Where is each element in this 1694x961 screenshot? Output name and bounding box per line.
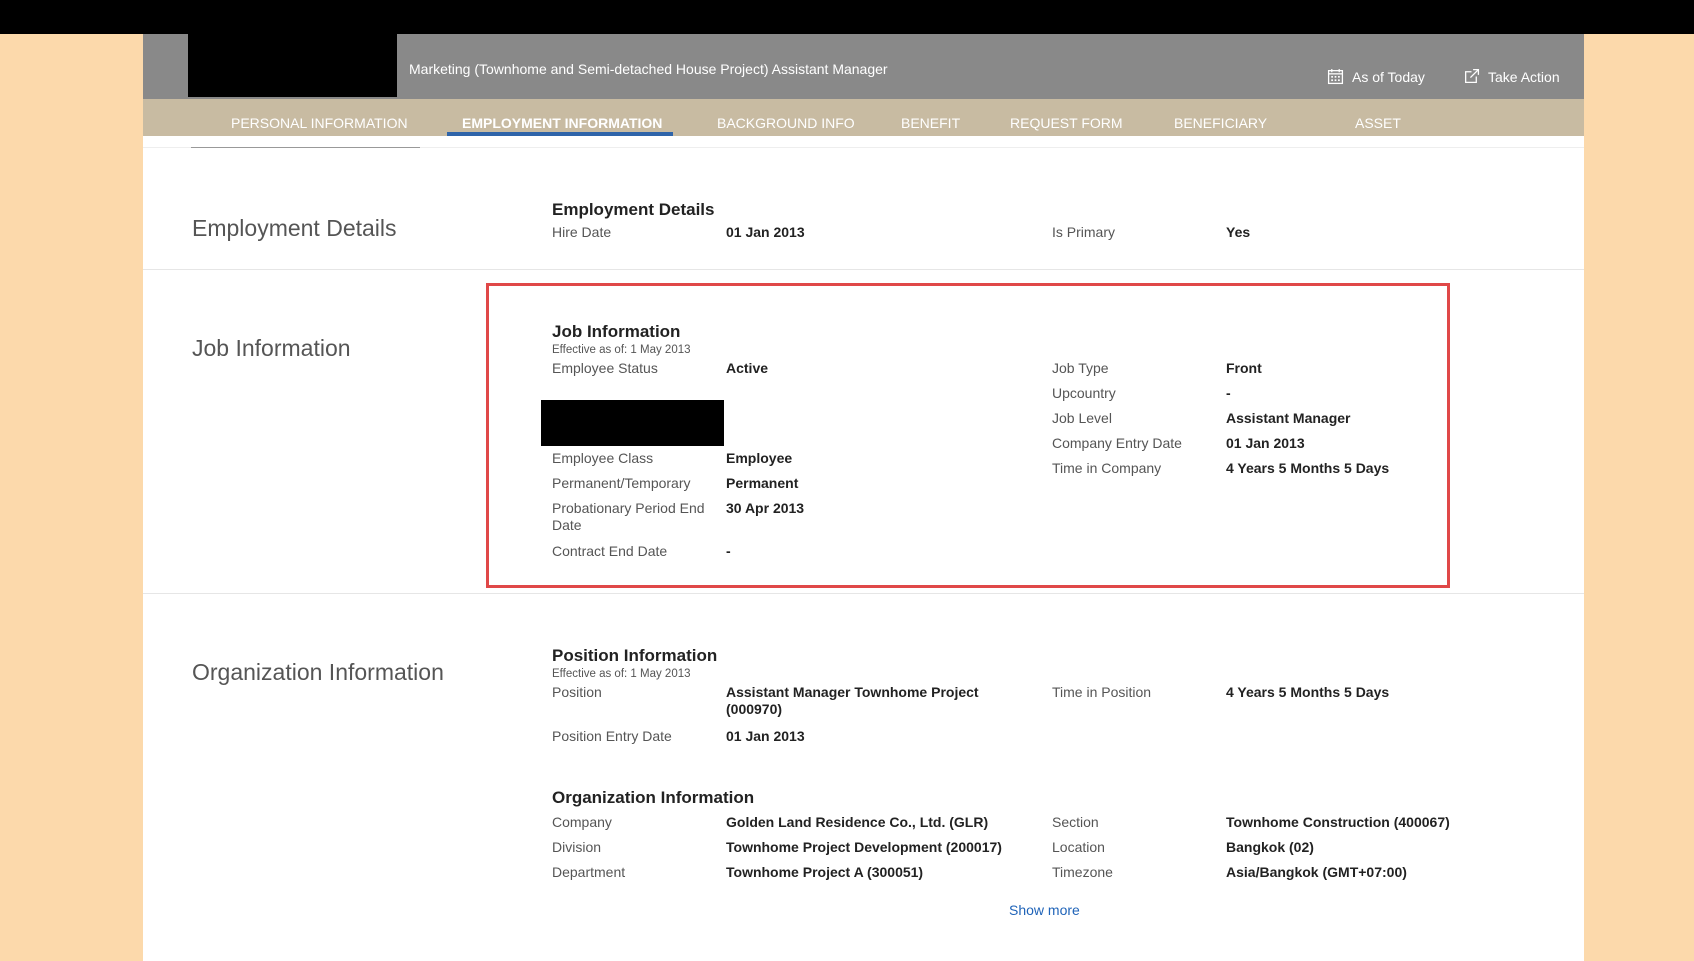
employee-header: Marketing (Townhome and Semi-detached Ho… — [143, 34, 1584, 99]
job-type-value: Front — [1226, 360, 1262, 376]
show-more-link[interactable]: Show more — [1009, 902, 1080, 918]
take-action-label: Take Action — [1488, 68, 1560, 85]
employee-class-label: Employee Class — [552, 450, 654, 466]
department-label: Department — [552, 864, 626, 880]
active-tab-indicator — [447, 132, 673, 136]
screen-top-bar — [0, 0, 1694, 34]
time-in-position-label: Time in Position — [1052, 684, 1152, 700]
position-entry-date-label: Position Entry Date — [552, 728, 672, 744]
tab-beneficiary[interactable]: BENEFICIARY — [1174, 99, 1267, 136]
position-label: Position — [552, 684, 602, 700]
section-divider — [143, 593, 1584, 594]
section-title-employment-details: Employment Details — [192, 215, 397, 241]
upcountry-value: - — [1226, 385, 1231, 401]
as-of-today-button[interactable]: As of Today — [1327, 68, 1425, 85]
position-entry-date-value: 01 Jan 2013 — [726, 728, 805, 744]
upcountry-label: Upcountry — [1052, 385, 1116, 401]
employee-title: Marketing (Townhome and Semi-detached Ho… — [409, 61, 888, 77]
tab-employment-information[interactable]: EMPLOYMENT INFORMATION — [462, 99, 662, 136]
position-value: Assistant Manager Townhome Project (0009… — [726, 684, 979, 717]
company-value: Golden Land Residence Co., Ltd. (GLR) — [726, 814, 989, 830]
job-effective-date: Effective as of: 1 May 2013 — [552, 344, 691, 356]
location-label: Location — [1052, 839, 1105, 855]
tab-request-form[interactable]: REQUEST FORM — [1010, 99, 1123, 136]
contract-end-value: - — [726, 543, 731, 559]
employee-class-value: Employee — [726, 450, 793, 466]
take-action-button[interactable]: Take Action — [1463, 68, 1560, 85]
employee-status-label: Employee Status — [552, 360, 658, 376]
redacted-field — [541, 400, 724, 446]
hire-date-value: 01 Jan 2013 — [726, 224, 805, 240]
time-in-company-label: Time in Company — [1052, 460, 1162, 476]
tab-asset[interactable]: ASSET — [1355, 99, 1401, 136]
department-value: Townhome Project A (300051) — [726, 864, 924, 880]
location-value: Bangkok (02) — [1226, 839, 1314, 855]
permanent-temporary-value: Permanent — [726, 475, 799, 491]
job-type-label: Job Type — [1052, 360, 1109, 376]
timezone-label: Timezone — [1052, 864, 1113, 880]
section-title-job-information: Job Information — [192, 335, 351, 361]
contract-end-label: Contract End Date — [552, 543, 668, 559]
division-label: Division — [552, 839, 602, 855]
position-effective-date: Effective as of: 1 May 2013 — [552, 668, 691, 680]
is-primary-value: Yes — [1226, 224, 1251, 240]
company-label: Company — [552, 814, 612, 830]
employee-profile-app: Marketing (Townhome and Semi-detached Ho… — [143, 34, 1584, 961]
timezone-value: Asia/Bangkok (GMT+07:00) — [1226, 864, 1407, 880]
redacted-employee-photo — [188, 34, 397, 97]
tab-benefit[interactable]: BENEFIT — [901, 99, 960, 136]
employment-details-heading: Employment Details — [552, 200, 715, 219]
probation-end-value: 30 Apr 2013 — [726, 500, 805, 516]
hire-date-label: Hire Date — [552, 224, 612, 240]
profile-tabs: PERSONAL INFORMATION EMPLOYMENT INFORMAT… — [143, 99, 1584, 136]
company-entry-date-value: 01 Jan 2013 — [1226, 435, 1305, 451]
job-level-value: Assistant Manager — [1226, 410, 1351, 426]
external-action-icon — [1465, 68, 1480, 83]
tab-personal-information[interactable]: PERSONAL INFORMATION — [231, 99, 408, 136]
probation-end-label: Probationary Period End Date — [552, 500, 705, 533]
is-primary-label: Is Primary — [1052, 224, 1115, 240]
time-in-position-value: 4 Years 5 Months 5 Days — [1226, 684, 1390, 700]
section-divider — [143, 269, 1584, 270]
job-information-heading: Job Information — [552, 322, 681, 341]
company-entry-date-label: Company Entry Date — [1052, 435, 1182, 451]
subnav-underline — [191, 147, 420, 148]
tab-background-info[interactable]: BACKGROUND INFO — [717, 99, 855, 136]
section-title-organization-information: Organization Information — [192, 659, 444, 685]
job-level-label: Job Level — [1052, 410, 1112, 426]
as-of-today-label: As of Today — [1352, 68, 1425, 85]
section-label: Section — [1052, 814, 1099, 830]
division-value: Townhome Project Development (200017) — [726, 839, 1002, 855]
permanent-temporary-label: Permanent/Temporary — [552, 475, 691, 491]
position-information-heading: Position Information — [552, 646, 718, 665]
employee-status-value: Active — [726, 360, 769, 376]
organization-information-heading: Organization Information — [552, 788, 755, 807]
calendar-icon — [1327, 69, 1344, 85]
time-in-company-value: 4 Years 5 Months 5 Days — [1226, 460, 1390, 476]
section-value: Townhome Construction (400067) — [1226, 814, 1450, 830]
